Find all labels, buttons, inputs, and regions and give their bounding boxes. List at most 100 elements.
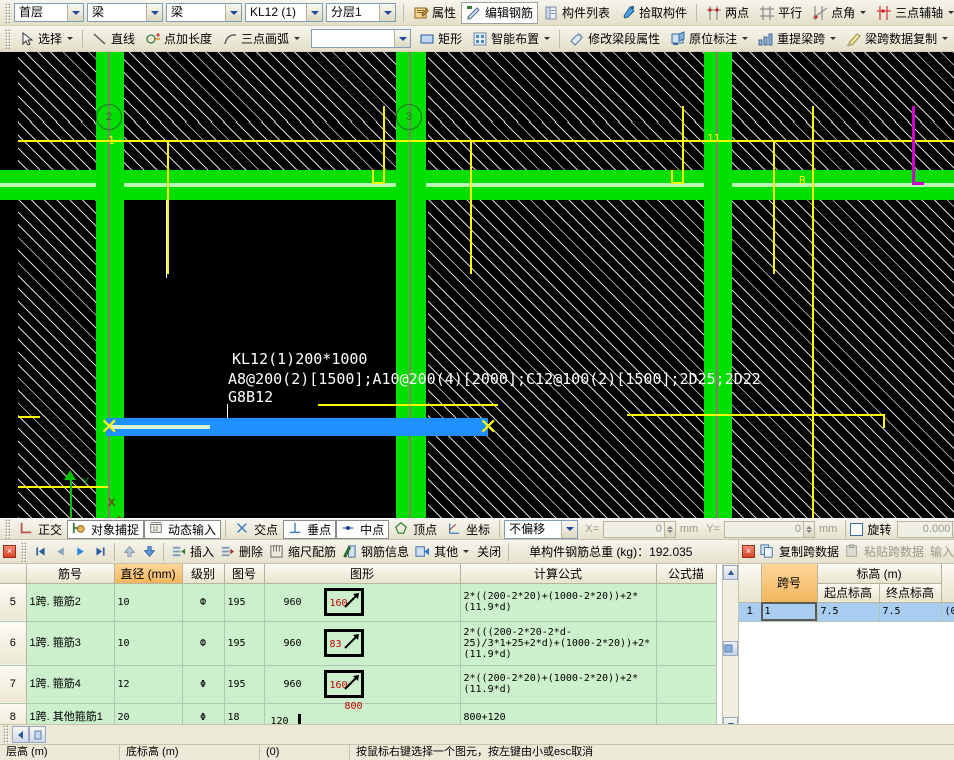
toolbar-grip[interactable]: [5, 3, 11, 23]
close-icon[interactable]: ×: [3, 545, 16, 558]
three-point-aux-axis-button[interactable]: 三点辅轴: [871, 2, 954, 24]
toolbar-grip[interactable]: [3, 725, 9, 745]
cell-shape[interactable]: 960 160: [264, 583, 460, 621]
cell-drawing-no[interactable]: 195: [224, 665, 264, 703]
table-row[interactable]: 7 1跨. 箍筋4 12 Φ 195 960 160: [0, 665, 716, 703]
properties-button[interactable]: 属性: [408, 2, 461, 24]
paste-span-data-button[interactable]: 粘贴跨数据: [842, 542, 927, 562]
cell-rebar-no[interactable]: 1跨. 箍筋3: [26, 621, 114, 665]
edit-rebar-button[interactable]: 编辑钢筋: [461, 2, 538, 24]
point-add-length-button[interactable]: 点加长度: [140, 28, 217, 50]
chevron-down-icon[interactable]: [742, 37, 748, 40]
cell-grade[interactable]: Ф: [182, 583, 224, 621]
row-index[interactable]: 7: [0, 665, 26, 703]
snap-midpoint[interactable]: 中点: [336, 520, 389, 539]
chevron-down-icon[interactable]: [379, 4, 395, 21]
cell-extra[interactable]: (0: [941, 602, 954, 621]
re-extract-beam-span-button[interactable]: 重提梁跨: [753, 28, 841, 50]
copy-span-data-button[interactable]: 复制跨数据: [757, 542, 842, 562]
component-category-selector[interactable]: 梁: [87, 3, 163, 22]
table-row[interactable]: 1 1 7.5 7.5 (0: [739, 602, 954, 621]
cell-span-no[interactable]: 1: [761, 602, 817, 621]
beam-start-marker[interactable]: ✕: [100, 420, 118, 434]
beam-span-data-copy-button[interactable]: 梁跨数据复制: [841, 28, 953, 50]
input-current-button[interactable]: 输入当: [927, 542, 954, 562]
close-icon[interactable]: ×: [742, 545, 755, 558]
drawing-canvas[interactable]: 1 11 B 2 3 2 KL12(1)200*1000 A8@200(2)[1…: [0, 52, 954, 518]
header-span-no[interactable]: 跨号: [761, 564, 817, 602]
move-down-button[interactable]: [139, 542, 159, 562]
header-grade[interactable]: 级别: [182, 564, 224, 583]
beam-end-marker[interactable]: ✕: [479, 420, 497, 434]
chevron-down-icon[interactable]: [561, 521, 577, 538]
chevron-down-icon[interactable]: [942, 37, 948, 40]
x-spinner[interactable]: [665, 521, 676, 538]
point-angle-button[interactable]: 点角: [807, 2, 871, 24]
row-index[interactable]: 6: [0, 621, 26, 665]
modify-beam-segment-button[interactable]: 修改梁段属性: [564, 28, 665, 50]
last-record-button[interactable]: [90, 542, 110, 562]
scroll-thumb[interactable]: [723, 641, 738, 656]
object-snap-toggle[interactable]: 对象捕捉: [67, 520, 144, 539]
insert-button[interactable]: 插入: [168, 542, 217, 562]
original-position-annotation-button[interactable]: 原位标注: [665, 28, 753, 50]
move-up-button[interactable]: [119, 542, 139, 562]
cell-formula[interactable]: 2*((200-2*20)+(1000-2*20))+2*(11.9*d): [460, 583, 656, 621]
toolbar-grip[interactable]: [5, 29, 11, 49]
cell-rebar-no[interactable]: 1跨. 箍筋4: [26, 665, 114, 703]
snap-intersection[interactable]: 交点: [230, 520, 283, 539]
row-index[interactable]: 1: [739, 602, 761, 621]
nav-page-button[interactable]: [29, 726, 46, 743]
cell-shape[interactable]: 960 83: [264, 621, 460, 665]
other-button[interactable]: 其他: [412, 542, 472, 562]
floor-selector[interactable]: 首层: [14, 3, 84, 22]
chevron-down-icon[interactable]: [544, 37, 550, 40]
chevron-down-icon[interactable]: [860, 11, 866, 14]
cell-start-elevation[interactable]: 7.5: [817, 602, 879, 621]
axis-bubble[interactable]: 2: [96, 104, 122, 130]
y-input[interactable]: 0: [724, 521, 804, 538]
chevron-down-icon[interactable]: [67, 37, 73, 40]
rebar-corner-header[interactable]: [0, 564, 26, 583]
smart-layout-button[interactable]: 智能布置: [467, 28, 555, 50]
chevron-down-icon[interactable]: [146, 4, 162, 21]
toolbar-grip[interactable]: [21, 542, 27, 562]
cell-end-elevation[interactable]: 7.5: [879, 602, 941, 621]
line-button[interactable]: 直线: [87, 28, 140, 50]
parallel-button[interactable]: 平行: [754, 2, 807, 24]
cell-drawing-no[interactable]: 195: [224, 621, 264, 665]
header-shape[interactable]: 图形: [264, 564, 460, 583]
close-panel-button[interactable]: 关闭: [472, 542, 504, 562]
offset-mode-selector[interactable]: 不偏移: [504, 520, 578, 539]
x-input[interactable]: 0: [603, 521, 665, 538]
cell-grade[interactable]: Ф: [182, 621, 224, 665]
pick-component-button[interactable]: 拾取构件: [615, 2, 692, 24]
header-start-elevation[interactable]: 起点标高: [817, 583, 879, 602]
delete-row-button[interactable]: 删除: [217, 542, 266, 562]
cell-grade[interactable]: Φ: [182, 665, 224, 703]
component-list-button[interactable]: 构件列表: [538, 2, 615, 24]
cell-rebar-no[interactable]: 1跨. 箍筋2: [26, 583, 114, 621]
rotate-input[interactable]: 0.000: [897, 521, 953, 538]
header-diameter[interactable]: 直径 (mm): [114, 564, 182, 583]
cell-diameter[interactable]: 12: [114, 665, 182, 703]
snap-vertex[interactable]: 顶点: [389, 520, 442, 539]
rebar-info-button[interactable]: 钢筋信息: [339, 542, 412, 562]
span-corner-header[interactable]: [739, 564, 761, 602]
header-extra[interactable]: [941, 564, 954, 602]
toolbar-grip[interactable]: [5, 519, 11, 539]
two-point-button[interactable]: 两点: [701, 2, 754, 24]
y-spinner[interactable]: [804, 521, 815, 538]
row-index[interactable]: 5: [0, 583, 26, 621]
chevron-down-icon[interactable]: [225, 4, 241, 21]
three-point-arc-button[interactable]: 三点画弧: [217, 28, 305, 50]
next-record-button[interactable]: [70, 542, 90, 562]
header-elevation-group[interactable]: 标高 (m): [817, 564, 941, 583]
cell-shape[interactable]: 960 160: [264, 665, 460, 703]
cell-formula-desc[interactable]: [656, 621, 716, 665]
nav-back-button[interactable]: [12, 726, 29, 743]
chevron-down-icon[interactable]: [830, 37, 836, 40]
header-rebar-no[interactable]: 筋号: [26, 564, 114, 583]
header-drawing-no[interactable]: 图号: [224, 564, 264, 583]
layer-selector[interactable]: 分层1: [326, 3, 396, 22]
